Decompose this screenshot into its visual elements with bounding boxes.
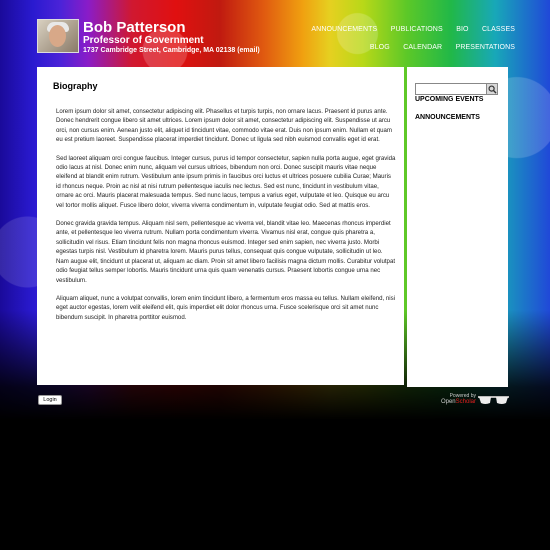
nav-blog[interactable]: BLOG [370, 44, 390, 51]
main-nav: ANNOUNCEMENTS PUBLICATIONS BIO CLASSES B… [295, 18, 515, 54]
upcoming-events-heading: UPCOMING EVENTS [415, 96, 484, 103]
paragraph: Donec gravida gravida tempus. Aliquam ni… [56, 220, 396, 284]
site-owner-title: Professor of Government [83, 35, 204, 46]
search-input[interactable] [415, 83, 487, 95]
paragraph: Lorem ipsum dolor sit amet, consectetur … [56, 108, 393, 144]
openscholar-brand: OpenScholar [440, 399, 476, 405]
paragraph: Sed laoreet aliquam orci congue faucibus… [56, 154, 396, 209]
sidebar: UPCOMING EVENTS ANNOUNCEMENTS [407, 67, 508, 387]
nav-classes[interactable]: CLASSES [482, 26, 515, 33]
search-icon [488, 85, 497, 94]
nav-publications[interactable]: PUBLICATIONS [391, 26, 443, 33]
paragraph: Aliquam aliquet, nunc a volutpat convall… [56, 294, 396, 321]
page-title: Biography [53, 81, 98, 91]
glasses-logo-icon [478, 396, 509, 404]
login-button[interactable]: Login [38, 395, 62, 405]
nav-bio[interactable]: BIO [456, 26, 468, 33]
nav-presentations[interactable]: PRESENTATIONS [456, 44, 515, 51]
avatar [37, 19, 79, 53]
main-content: Biography Lorem ipsum dolor sit amet, co… [37, 67, 404, 385]
biography-text: Lorem ipsum dolor sit amet, consectetur … [56, 107, 396, 331]
powered-by[interactable]: Powered by OpenScholar [428, 393, 476, 406]
nav-calendar[interactable]: CALENDAR [403, 44, 442, 51]
site-owner-name[interactable]: Bob Patterson [83, 19, 186, 36]
search-button[interactable] [486, 83, 498, 95]
nav-announcements[interactable]: ANNOUNCEMENTS [311, 26, 377, 33]
announcements-heading: ANNOUNCEMENTS [415, 114, 480, 121]
site-header: Bob Patterson Professor of Government 17… [37, 18, 515, 58]
site-owner-address: 1737 Cambridge Street, Cambridge, MA 021… [83, 47, 260, 54]
